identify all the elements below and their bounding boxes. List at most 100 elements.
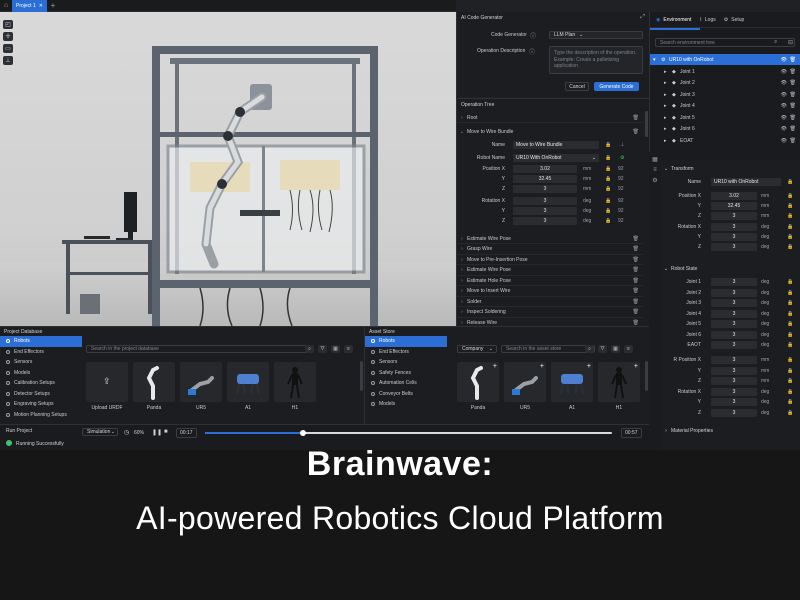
position-x-input[interactable]: 3.02: [711, 192, 757, 200]
scrollbar[interactable]: [645, 111, 648, 137]
eye-icon[interactable]: 👁: [781, 92, 787, 98]
lock-icon[interactable]: 🔒: [787, 244, 793, 250]
trash-icon[interactable]: 🗑: [790, 92, 796, 98]
grid-icon[interactable]: ▦: [649, 156, 661, 163]
joint-input[interactable]: 3: [711, 278, 757, 286]
unit-toggle[interactable]: 92: [618, 166, 624, 172]
scrollbar[interactable]: [360, 361, 363, 391]
close-icon[interactable]: ✕: [39, 3, 43, 9]
lock-icon[interactable]: 🔒: [787, 224, 793, 230]
joint-input[interactable]: 3: [711, 320, 757, 328]
position-x-input[interactable]: 3.02: [513, 165, 577, 173]
3d-viewport[interactable]: ◰ ✛ ▭ ⊥: [0, 12, 456, 326]
lock-icon[interactable]: 🔒: [787, 399, 793, 405]
tab-environment[interactable]: ◉ Environment: [656, 17, 691, 23]
rotation-y-input[interactable]: 3: [513, 207, 577, 215]
r-rotation-z-input[interactable]: 3: [711, 408, 757, 417]
store-card-h1[interactable]: +: [598, 362, 640, 402]
lock-icon[interactable]: 🔒: [787, 290, 793, 296]
upload-urdf-card[interactable]: ⇪: [86, 362, 128, 402]
category-item[interactable]: End Effectors: [0, 347, 82, 358]
trash-icon[interactable]: 🗑: [633, 257, 639, 263]
operation-item[interactable]: › Estimate Wire Pose 🗑: [457, 234, 643, 244]
trash-icon[interactable]: 🗑: [790, 115, 796, 121]
material-properties-header[interactable]: › Material Properties: [661, 426, 800, 436]
rotation-z-input[interactable]: 3: [513, 217, 577, 225]
category-item[interactable]: End Effectors: [365, 347, 447, 358]
eye-icon[interactable]: 👁: [781, 126, 787, 132]
trash-icon[interactable]: 🗑: [633, 288, 639, 294]
progress-handle[interactable]: [299, 430, 306, 436]
lock-icon[interactable]: 🔒: [605, 176, 611, 182]
search-icon[interactable]: ⌕: [774, 39, 777, 46]
joint-input[interactable]: 3: [711, 341, 757, 349]
r-position-z-input[interactable]: 3: [711, 377, 757, 385]
camera-tool-icon[interactable]: ▭: [3, 44, 13, 53]
robot-state-section-header[interactable]: ⌄ Robot State: [661, 264, 800, 274]
category-item[interactable]: Robots: [0, 336, 82, 347]
lock-icon[interactable]: 🔒: [787, 311, 793, 317]
category-item[interactable]: Automation Cells: [365, 378, 447, 389]
joint-input[interactable]: 3: [711, 288, 757, 297]
grid-view-icon[interactable]: ▦: [331, 345, 340, 353]
store-card-panda[interactable]: +: [457, 362, 499, 402]
r-rotation-x-input[interactable]: 3: [711, 387, 757, 396]
tab-project[interactable]: Project 1 ✕: [12, 0, 47, 12]
tree-item-joint[interactable]: ▸ ◆ Joint 5 👁 🗑: [650, 112, 800, 123]
category-item[interactable]: Sensors: [0, 357, 82, 368]
generate-code-button[interactable]: Generate Code: [594, 82, 639, 91]
tree-item-joint[interactable]: ▸ ◆ Joint 6 👁 🗑: [650, 124, 800, 135]
unit-toggle[interactable]: 92: [618, 218, 624, 224]
lock-icon[interactable]: 🔒: [605, 208, 611, 214]
lock-icon[interactable]: 🔒: [787, 389, 793, 395]
unit-toggle[interactable]: 92: [618, 176, 624, 182]
operation-item[interactable]: › Estimate Hole Pose 🗑: [457, 276, 643, 286]
category-item[interactable]: Models: [0, 368, 82, 379]
operation-item[interactable]: › Inspect Soldering 🗑: [457, 308, 643, 318]
expand-icon[interactable]: ⤢: [640, 14, 645, 21]
trash-icon[interactable]: 🗑: [633, 129, 639, 135]
position-y-input[interactable]: 32.45: [513, 175, 577, 183]
tree-item-robot[interactable]: ▾ ⚙ UR10 with OnRobot 👁 🗑: [650, 54, 800, 65]
asset-card-h1[interactable]: [274, 362, 316, 402]
lock-icon[interactable]: 🔒: [787, 357, 793, 363]
category-item[interactable]: Sensors: [365, 357, 447, 368]
tree-item-eoat[interactable]: ▸ ◆ EOAT 👁 🗑: [650, 135, 800, 146]
search-icon[interactable]: ⌕: [585, 345, 594, 353]
add-icon[interactable]: +: [540, 363, 544, 370]
asset-card-a1[interactable]: [227, 362, 269, 402]
axis-tool-icon[interactable]: ⊥: [3, 56, 13, 65]
progress-track[interactable]: [205, 430, 612, 436]
tree-item-joint[interactable]: ▸ ◆ Joint 1 👁 🗑: [650, 66, 800, 77]
r-position-y-input[interactable]: 3: [711, 366, 757, 375]
lock-icon[interactable]: 🔒: [787, 410, 793, 416]
trash-icon[interactable]: 🗑: [633, 320, 639, 326]
name-input[interactable]: UR10 with OnRobot: [711, 178, 781, 186]
name-input[interactable]: Move to Wire Bundle: [513, 141, 599, 149]
lock-icon[interactable]: 🔒: [787, 342, 793, 348]
eye-icon[interactable]: 👁: [781, 57, 787, 63]
category-item[interactable]: Robots: [365, 336, 447, 347]
rotation-y-input[interactable]: 3: [711, 233, 757, 241]
lock-icon[interactable]: 🔒: [787, 213, 793, 219]
add-icon[interactable]: +: [587, 363, 591, 370]
category-item[interactable]: Safety Fences: [365, 368, 447, 379]
joint-input[interactable]: 3: [711, 299, 757, 307]
stop-icon[interactable]: ■: [164, 429, 168, 435]
add-icon[interactable]: +: [493, 363, 497, 370]
position-y-input[interactable]: 32.45: [711, 202, 757, 210]
position-z-input[interactable]: 3: [513, 185, 577, 193]
unit-toggle[interactable]: 92: [618, 186, 624, 192]
joint-input[interactable]: 3: [711, 309, 757, 318]
lock-icon[interactable]: 🔒: [787, 279, 793, 285]
trash-icon[interactable]: 🗑: [790, 69, 796, 75]
trash-icon[interactable]: 🗑: [790, 103, 796, 109]
rotation-x-input[interactable]: 3: [513, 197, 577, 205]
trash-icon[interactable]: 🗑: [633, 299, 639, 305]
operation-description-input[interactable]: Type the description of the operation. E…: [549, 46, 643, 74]
pause-icon[interactable]: ❚❚: [152, 429, 162, 436]
category-item[interactable]: Calibration Setups: [0, 378, 82, 389]
trash-icon[interactable]: 🗑: [633, 236, 639, 242]
list-view-icon[interactable]: ≡: [624, 345, 633, 353]
tree-group[interactable]: ⌄ Move to Wire Bundle 🗑: [457, 127, 643, 137]
